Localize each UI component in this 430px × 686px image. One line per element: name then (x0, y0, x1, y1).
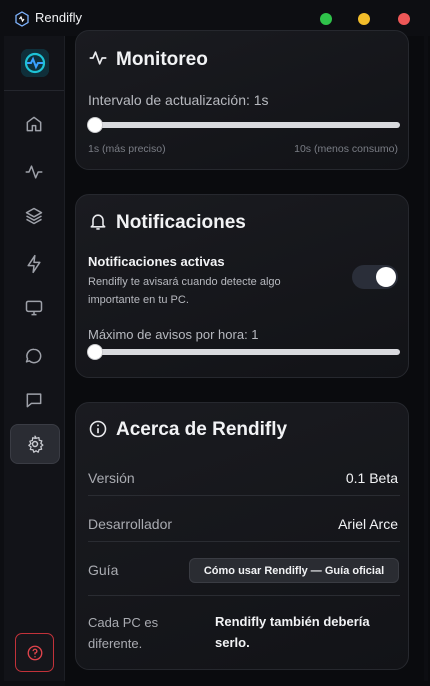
toggle-knob (376, 267, 396, 287)
app-logo-icon (15, 11, 29, 27)
interval-min-label: 1s (más preciso) (88, 143, 166, 155)
max-alerts-slider-thumb[interactable] (88, 345, 102, 359)
developer-label: Desarrollador (88, 516, 173, 532)
interval-label: Intervalo de actualización: 1s (88, 92, 269, 108)
monitoring-title: Monitoreo (116, 49, 208, 70)
guide-button-label: Cómo usar Rendifly — Guía oficial (203, 564, 385, 577)
help-circle-icon (27, 645, 42, 660)
sidebar-item-chat[interactable] (14, 336, 54, 376)
pc-label: Cada PC es diferente. (88, 615, 159, 651)
sidebar (4, 36, 65, 681)
notifications-title: Notificaciones (116, 212, 246, 233)
info-icon (89, 420, 107, 438)
app-window: Rendifly Monitoreo Intervalo de actualiz… (0, 0, 430, 686)
sidebar-divider (4, 90, 64, 91)
layers-icon (25, 207, 43, 225)
sidebar-item-settings[interactable] (10, 424, 60, 464)
bolt-icon (27, 254, 41, 274)
message-square-icon (26, 393, 42, 408)
about-card: Acerca de Rendifly Versión 0.1 Beta Desa… (75, 402, 409, 670)
guide-button[interactable]: Cómo usar Rendifly — Guía oficial (189, 558, 399, 583)
close-button[interactable] (398, 13, 410, 25)
sidebar-item-monitor[interactable] (14, 288, 54, 328)
notifications-description: Rendifly te avisará cuando detecte algo … (88, 276, 281, 306)
row-divider (88, 541, 400, 542)
max-alerts-label: Máximo de avisos por hora: 1 (88, 327, 259, 342)
row-divider (88, 595, 400, 596)
chat-bubble-icon (25, 348, 42, 364)
home-icon (26, 116, 42, 132)
developer-value: Ariel Arce (338, 516, 398, 532)
notifications-card: Notificaciones Notificaciones activas Re… (75, 194, 409, 378)
pulse-logo-icon (21, 49, 49, 77)
row-divider (88, 495, 400, 496)
max-alerts-slider[interactable] (88, 345, 400, 359)
interval-max-label: 10s (menos consumo) (294, 143, 398, 155)
version-value: 0.1 Beta (345, 470, 398, 486)
maximize-button[interactable] (320, 13, 332, 25)
sidebar-item-home[interactable] (14, 104, 54, 144)
activity-icon (25, 165, 43, 179)
activity-icon (89, 51, 107, 65)
bell-icon (90, 214, 106, 230)
scrollbar[interactable] (424, 36, 428, 681)
help-button[interactable] (15, 633, 54, 672)
sidebar-item-activity[interactable] (14, 152, 54, 192)
interval-slider-thumb[interactable] (88, 118, 102, 132)
notifications-toggle[interactable] (352, 265, 398, 289)
minimize-button[interactable] (358, 13, 370, 25)
monitor-icon (25, 300, 43, 316)
sidebar-item-layers[interactable] (14, 196, 54, 236)
version-label: Versión (88, 470, 135, 486)
about-title: Acerca de Rendifly (116, 419, 288, 440)
gear-icon (28, 435, 44, 453)
pc-value: Rendifly también debería serlo. (215, 614, 370, 650)
notifications-active-label: Notificaciones activas (88, 254, 225, 269)
sidebar-item-boost[interactable] (14, 244, 54, 284)
window-title: Rendifly (35, 10, 82, 25)
sidebar-item-messages[interactable] (14, 380, 54, 420)
interval-slider[interactable] (88, 118, 400, 132)
app-logo (21, 49, 49, 77)
guide-label: Guía (88, 562, 119, 578)
monitoring-card: Monitoreo Intervalo de actualización: 1s… (75, 30, 409, 170)
